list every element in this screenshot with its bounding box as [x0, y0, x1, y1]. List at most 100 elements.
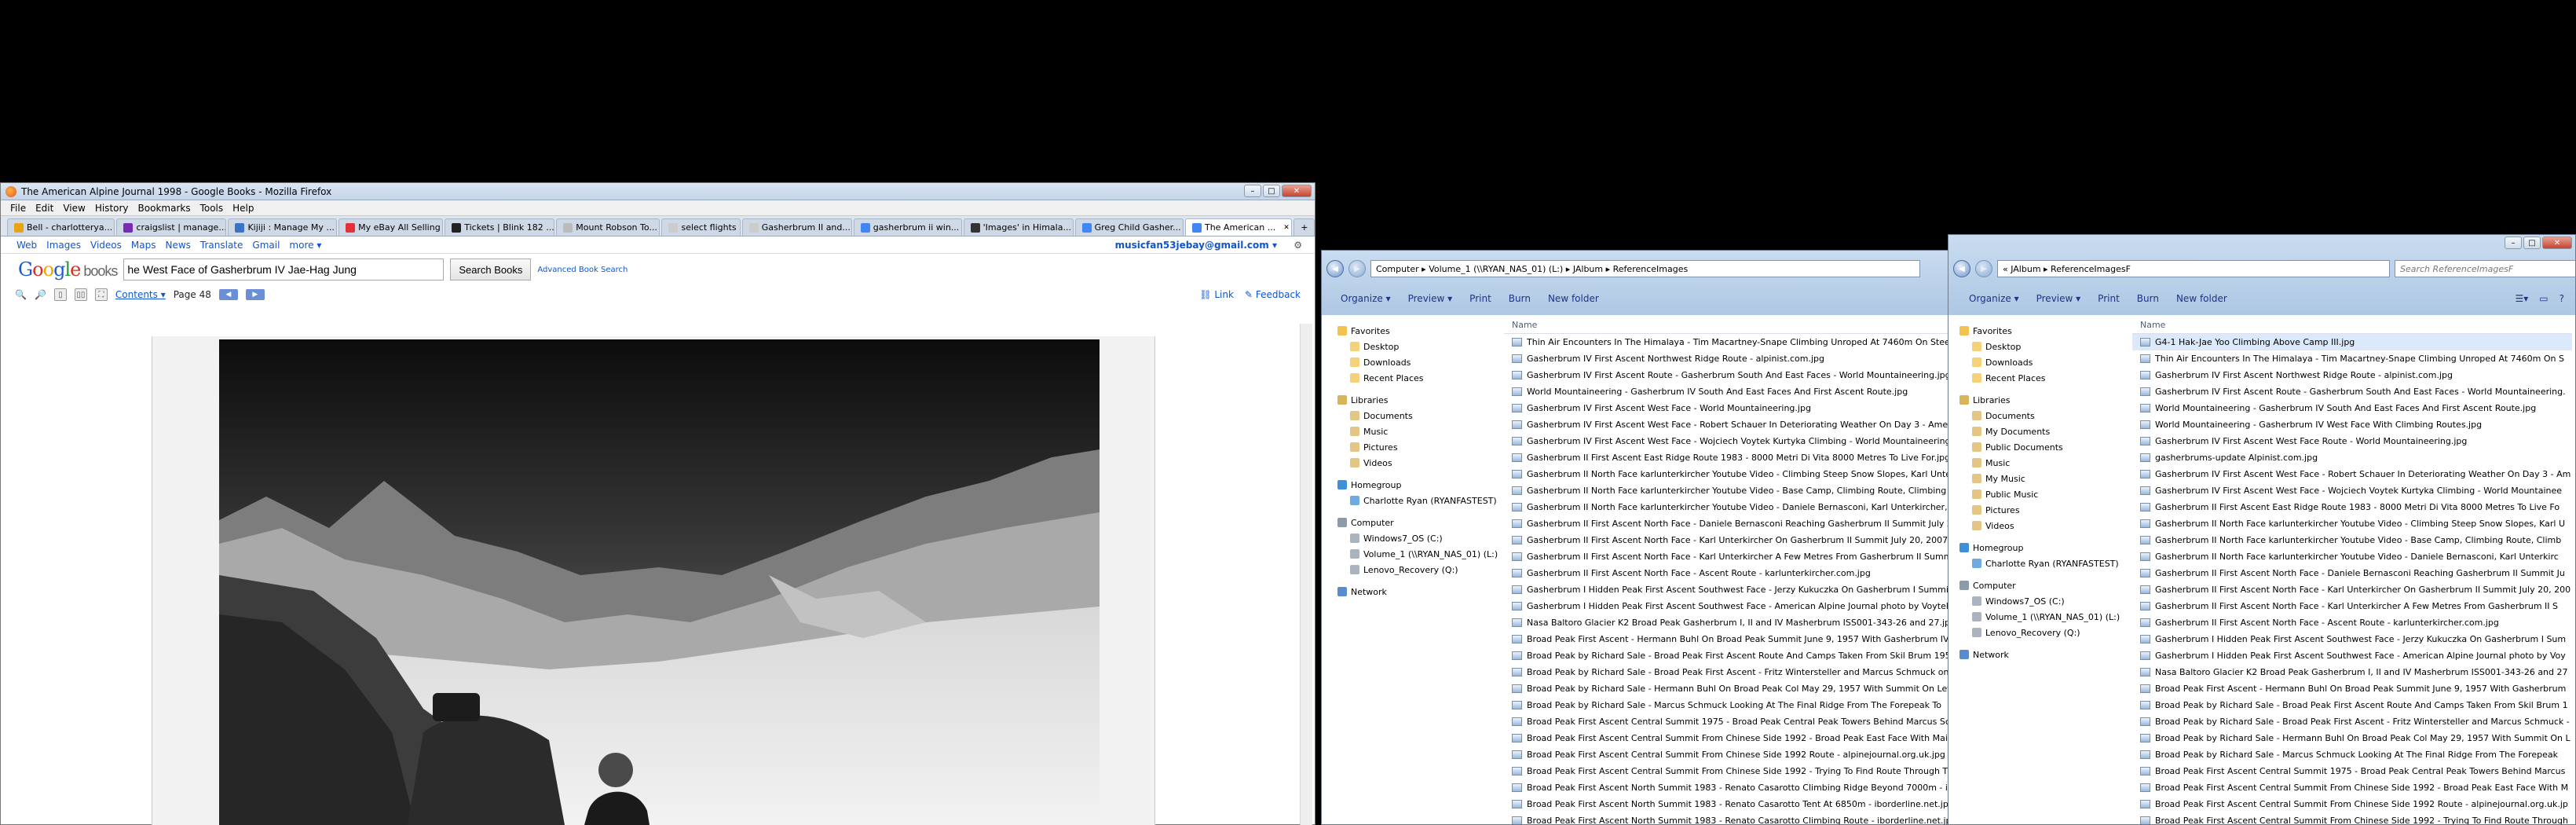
gbar-web[interactable]: Web: [16, 240, 37, 251]
file-row[interactable]: Broad Peak First Ascent Central Summit F…: [1504, 746, 1948, 763]
file-row[interactable]: Gasherbrum I Hidden Peak First Ascent So…: [1504, 598, 1948, 614]
file-row[interactable]: Gasherbrum IV First Ascent West Face - W…: [1504, 433, 1948, 449]
menu-edit[interactable]: Edit: [35, 203, 53, 214]
preview-button[interactable]: Preview ▾: [1408, 293, 1453, 304]
nav-item[interactable]: Videos: [1337, 455, 1502, 471]
nav-group-computer[interactable]: Computer: [1337, 515, 1502, 530]
file-row[interactable]: Gasherbrum II First Ascent East Ridge Ro…: [2132, 499, 2572, 515]
organize-button[interactable]: Organize ▾: [1341, 293, 1391, 304]
file-row[interactable]: Gasherbrum II First Ascent North Face - …: [2132, 614, 2572, 631]
file-row[interactable]: Gasherbrum I Hidden Peak First Ascent So…: [2132, 631, 2572, 647]
nav-item[interactable]: Pictures: [1959, 502, 2131, 518]
browser-tab[interactable]: Greg Child Gasher...: [1074, 218, 1184, 236]
file-row[interactable]: Gasherbrum IV First Ascent Northwest Rid…: [2132, 367, 2572, 383]
close-button[interactable]: ✕: [2542, 236, 2572, 249]
maximize-button[interactable]: □: [1263, 185, 1280, 197]
user-account-link[interactable]: musicfan53jebay@gmail.com ▾: [1115, 240, 1277, 251]
file-row[interactable]: Broad Peak First Ascent North Summit 198…: [1504, 796, 1948, 812]
file-row[interactable]: World Mountaineering - Gasherbrum IV Sou…: [2132, 400, 2572, 416]
file-row[interactable]: Gasherbrum II First Ascent North Face - …: [1504, 565, 1948, 581]
close-tab-icon[interactable]: ✕: [1283, 224, 1290, 232]
file-row[interactable]: Gasherbrum IV First Ascent West Face - W…: [2132, 482, 2572, 499]
file-row[interactable]: Broad Peak First Ascent Central Summit F…: [2132, 796, 2572, 812]
gbar-gmail[interactable]: Gmail: [252, 240, 280, 251]
nav-item[interactable]: Lenovo_Recovery (Q:): [1337, 562, 1502, 578]
nav-item[interactable]: Windows7_OS (C:): [1337, 530, 1502, 546]
file-row[interactable]: Broad Peak First Ascent North Summit 198…: [1504, 779, 1948, 796]
gbar-images[interactable]: Images: [46, 240, 81, 251]
nav-item[interactable]: Desktop: [1959, 339, 2131, 354]
nav-item[interactable]: Lenovo_Recovery (Q:): [1959, 625, 2131, 640]
file-row[interactable]: Gasherbrum IV First Ascent West Face Rou…: [2132, 433, 2572, 449]
title-bar[interactable]: The American Alpine Journal 1998 - Googl…: [1, 183, 1315, 200]
close-button[interactable]: ✕: [1282, 185, 1312, 197]
forward-arrow-icon[interactable]: ▶: [1348, 260, 1366, 277]
file-row[interactable]: Thin Air Encounters In The Himalaya - Ti…: [2132, 350, 2572, 367]
nav-item[interactable]: My Documents: [1959, 424, 2131, 439]
file-row[interactable]: Gasherbrum II North Face karlunterkirche…: [1504, 482, 1948, 499]
search-input[interactable]: [123, 258, 445, 280]
file-row[interactable]: Broad Peak by Richard Sale - Broad Peak …: [2132, 697, 2572, 713]
menu-help[interactable]: Help: [232, 203, 254, 214]
file-row[interactable]: Gasherbrum II First Ascent East Ridge Ro…: [1504, 449, 1948, 466]
views-icon[interactable]: ☰▾: [2516, 293, 2529, 304]
file-row[interactable]: Gasherbrum II First Ascent North Face - …: [1504, 548, 1948, 565]
link-button[interactable]: ⛓ Link: [1199, 289, 1234, 300]
browser-tab[interactable]: select flights: [661, 218, 741, 236]
file-row[interactable]: Gasherbrum II First Ascent North Face - …: [1504, 532, 1948, 548]
new-folder-button[interactable]: New folder: [2176, 293, 2227, 304]
nav-item[interactable]: Videos: [1959, 518, 2131, 534]
search-box[interactable]: Search ReferenceImagesF: [2395, 260, 2575, 277]
file-row[interactable]: Gasherbrum II First Ascent North Face - …: [1504, 515, 1948, 532]
browser-tab[interactable]: gasherbrum ii win...: [853, 218, 962, 236]
file-row[interactable]: Broad Peak First Ascent North Summit 198…: [1504, 812, 1948, 824]
file-row[interactable]: Nasa Baltoro Glacier K2 Broad Peak Gashe…: [2132, 664, 2572, 680]
browser-tab[interactable]: Gasherbrum II and...: [741, 218, 852, 236]
nav-group-libraries[interactable]: Libraries: [1959, 392, 2131, 408]
back-arrow-icon[interactable]: ◀: [1326, 260, 1344, 277]
file-row[interactable]: Gasherbrum II North Face karlunterkirche…: [2132, 532, 2572, 548]
file-row[interactable]: Broad Peak by Richard Sale - Broad Peak …: [2132, 713, 2572, 730]
new-tab-button[interactable]: +: [1293, 218, 1315, 236]
gbar-maps[interactable]: Maps: [131, 240, 156, 251]
nav-item[interactable]: Public Music: [1959, 486, 2131, 502]
file-row[interactable]: Gasherbrum IV First Ascent West Face - W…: [1504, 400, 1948, 416]
nav-item[interactable]: My Music: [1959, 471, 2131, 486]
nav-item[interactable]: Charlotte Ryan (RYANFASTEST): [1337, 493, 1502, 508]
file-row[interactable]: Gasherbrum II North Face karlunterkirche…: [2132, 548, 2572, 565]
browser-tab[interactable]: Bell - charlotterya...: [7, 218, 115, 236]
file-row[interactable]: Broad Peak First Ascent - Hermann Buhl O…: [2132, 680, 2572, 697]
back-arrow-icon[interactable]: ◀: [1953, 260, 1970, 277]
minimize-button[interactable]: –: [2505, 236, 2522, 249]
nav-item[interactable]: Windows7_OS (C:): [1959, 593, 2131, 609]
contents-dropdown[interactable]: Contents ▾: [115, 289, 166, 300]
file-row[interactable]: Gasherbrum IV First Ascent Northwest Rid…: [1504, 350, 1948, 367]
nav-item[interactable]: Volume_1 (\\RYAN_NAS_01) (L:): [1959, 609, 2131, 625]
nav-group-computer[interactable]: Computer: [1959, 578, 2131, 593]
nav-group-favorites[interactable]: Favorites: [1959, 323, 2131, 339]
gbar-more[interactable]: more ▾: [289, 240, 321, 251]
nav-item[interactable]: Volume_1 (\\RYAN_NAS_01) (L:): [1337, 546, 1502, 562]
file-row[interactable]: World Mountaineering - Gasherbrum IV Wes…: [2132, 416, 2572, 433]
file-row[interactable]: Broad Peak by Richard Sale - Marcus Schm…: [2132, 746, 2572, 763]
nav-item[interactable]: Documents: [1337, 408, 1502, 424]
new-folder-button[interactable]: New folder: [1548, 293, 1599, 304]
file-row[interactable]: Gasherbrum II North Face karlunterkirche…: [1504, 499, 1948, 515]
burn-button[interactable]: Burn: [1509, 293, 1531, 304]
file-row[interactable]: Broad Peak First Ascent - Hermann Buhl O…: [1504, 631, 1948, 647]
nav-item[interactable]: Recent Places: [1959, 370, 2131, 386]
gbar-news[interactable]: News: [165, 240, 190, 251]
file-row[interactable]: Nasa Baltoro Glacier K2 Broad Peak Gashe…: [1504, 614, 1948, 631]
maximize-button[interactable]: □: [2523, 236, 2541, 249]
two-page-icon[interactable]: ▯▯: [74, 288, 87, 301]
nav-item[interactable]: Downloads: [1337, 354, 1502, 370]
nav-group-favorites[interactable]: Favorites: [1337, 323, 1502, 339]
file-row[interactable]: Gasherbrum II First Ascent North Face - …: [2132, 581, 2572, 598]
feedback-button[interactable]: ✎ Feedback: [1245, 289, 1301, 300]
zoom-in-icon[interactable]: 🔍: [15, 289, 27, 300]
address-bar[interactable]: Computer ▸ Volume_1 (\\RYAN_NAS_01) (L:)…: [1370, 260, 1920, 277]
nav-item[interactable]: Public Documents: [1959, 439, 2131, 455]
organize-button[interactable]: Organize ▾: [1969, 293, 2019, 304]
browser-tab[interactable]: 'Images' in Himala...: [963, 218, 1074, 236]
print-button[interactable]: Print: [2098, 293, 2120, 304]
